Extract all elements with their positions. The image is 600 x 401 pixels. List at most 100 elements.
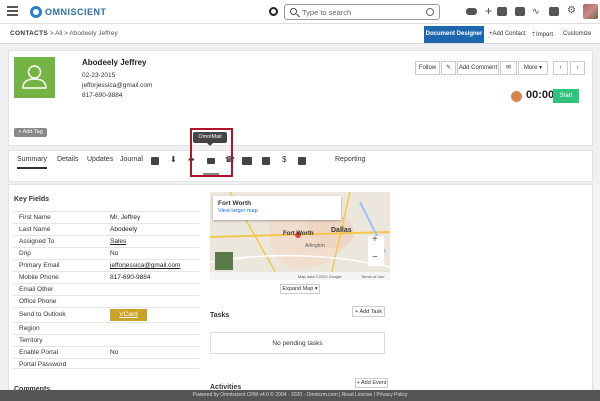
add-task-button[interactable]: + Add Task [352, 306, 385, 317]
map-attribution: Map data ©2020 Google [298, 274, 342, 279]
breadcrumb-root[interactable]: CONTACTS [10, 30, 48, 37]
start-timer-button[interactable]: Start [553, 89, 579, 103]
field-label: Last Name [19, 226, 51, 233]
search-input[interactable]: Type to search [284, 4, 440, 20]
field-label: First Name [19, 214, 51, 221]
field-label: Territory [19, 337, 43, 344]
contact-date: 02-23-2015 [82, 72, 116, 79]
table-row: Assigned To Sales [13, 235, 199, 246]
field-label: Portal Password [19, 361, 67, 368]
field-value: Abodeely [110, 226, 138, 233]
primary-email-link[interactable]: jefforjessica@gmail.com [110, 262, 180, 269]
logo-icon [30, 6, 42, 18]
email-button-icon[interactable]: ✉ [500, 61, 517, 75]
field-label: Email Other [19, 286, 54, 293]
table-row: Drip No [13, 247, 199, 258]
footer: Powered by Omniscient CRM v4.0 © 2004 - … [0, 390, 600, 401]
table-row: Mobile Phone 817-690-9884 [13, 271, 199, 282]
contact-name: Abodeely Jeffrey [82, 58, 147, 67]
tab-reporting[interactable]: Reporting [335, 156, 365, 163]
timer-icon [511, 91, 522, 102]
edit-icon[interactable]: ✎ [441, 61, 456, 75]
tab-group-icon[interactable] [242, 157, 252, 165]
activity-chart-icon[interactable]: ∿ [532, 6, 540, 17]
tabs-bar [8, 150, 593, 182]
add-comment-button[interactable]: Add Comment [457, 61, 499, 75]
customize-button[interactable]: Customize [563, 31, 591, 37]
zoom-in-button[interactable]: + [372, 234, 378, 245]
field-label: Enable Portal [19, 349, 59, 356]
table-row: Portal Password [13, 358, 199, 369]
tab-dollar-icon[interactable]: $ [282, 155, 286, 164]
tab-calendar-icon[interactable] [298, 157, 306, 165]
calendar-icon[interactable] [515, 7, 525, 16]
logo-text: OMNISCIENT [45, 7, 107, 17]
field-value: No [110, 250, 119, 257]
more-dropdown[interactable]: More ▾ [518, 61, 548, 75]
chat-icon[interactable] [466, 8, 477, 15]
add-icon[interactable]: + [485, 4, 492, 18]
search-icon [290, 8, 297, 15]
map-terms-link[interactable]: Terms of Use [361, 274, 385, 279]
mail-icon[interactable] [497, 7, 507, 16]
briefcase-icon[interactable] [549, 7, 559, 16]
follow-button[interactable]: Follow [415, 61, 440, 75]
highlight-box [190, 128, 233, 177]
tasks-title: Tasks [210, 312, 230, 319]
table-row: Send to Outlook [13, 307, 199, 321]
search-go-icon[interactable] [426, 8, 434, 16]
breadcrumb-sep: > [49, 30, 54, 37]
field-label: Drip [19, 250, 31, 257]
tasks-list: No pending tasks [210, 332, 385, 354]
contact-phone[interactable]: 817-690-9884 [82, 92, 122, 99]
user-avatar[interactable] [583, 4, 598, 19]
settings-icon[interactable]: ⚙ [567, 5, 576, 16]
tab-summary[interactable]: Summary [17, 156, 47, 169]
contact-email[interactable]: jefforjessica@gmail.com [82, 82, 152, 89]
table-row: First Name Mr. Jeffrey [13, 211, 199, 222]
zoom-out-button[interactable]: − [372, 252, 378, 263]
assigned-to-link[interactable]: Sales [110, 238, 126, 245]
table-row: Enable Portal No [13, 346, 199, 357]
map-city: Fort Worth [218, 200, 252, 207]
history-icon[interactable] [269, 7, 278, 16]
tab-updates[interactable]: Updates [87, 156, 113, 163]
next-record-button[interactable]: › [570, 61, 585, 75]
table-row: Office Phone [13, 295, 199, 306]
import-button[interactable]: ⇡Import [531, 31, 553, 38]
table-row: Primary Email jefforjessica@gmail.com [13, 259, 199, 270]
tab-download-icon[interactable]: ⬇ [170, 155, 177, 164]
key-fields-title: Key Fields [14, 196, 50, 203]
add-event-button[interactable]: + Add Event [355, 378, 388, 388]
no-tasks-text: No pending tasks [272, 340, 323, 347]
view-larger-map-link[interactable]: View larger map [218, 208, 258, 214]
field-value: Mr. Jeffrey [110, 214, 141, 221]
vcard-button[interactable]: VCard [110, 309, 147, 321]
document-designer-button[interactable]: Document Designer [424, 26, 484, 43]
add-tag-button[interactable]: + Add Tag [14, 128, 47, 137]
person-icon [22, 65, 47, 89]
expand-map-label: Expand Map [282, 286, 314, 292]
breadcrumb-sep: > [64, 30, 68, 37]
table-row: Territory [13, 334, 199, 345]
add-contact-button[interactable]: +Add Contact [489, 31, 526, 37]
map-label-arlington: Arlington [305, 243, 325, 249]
tab-details[interactable]: Details [57, 156, 78, 163]
table-row: Last Name Abodeely [13, 223, 199, 234]
scrollbar[interactable] [594, 184, 600, 390]
menu-icon[interactable] [7, 6, 18, 16]
timer-display: 00:00 [526, 89, 555, 101]
field-label: Assigned To [19, 238, 55, 245]
field-label: Office Phone [19, 298, 57, 305]
map-info-card: Fort Worth View larger map [213, 196, 341, 220]
tab-chat-icon[interactable] [262, 157, 270, 165]
tab-journal[interactable]: Journal [120, 156, 143, 163]
breadcrumb-all[interactable]: All [55, 30, 62, 37]
prev-record-button[interactable]: ‹ [553, 61, 568, 75]
map-label-fortworth: Fort Worth [283, 231, 314, 237]
table-row: Region [13, 322, 199, 333]
field-label: Mobile Phone [19, 274, 59, 281]
expand-map-button[interactable]: Expand Map ▾ [280, 284, 320, 294]
tab-document-icon[interactable] [151, 157, 159, 165]
field-value: No [110, 349, 119, 356]
